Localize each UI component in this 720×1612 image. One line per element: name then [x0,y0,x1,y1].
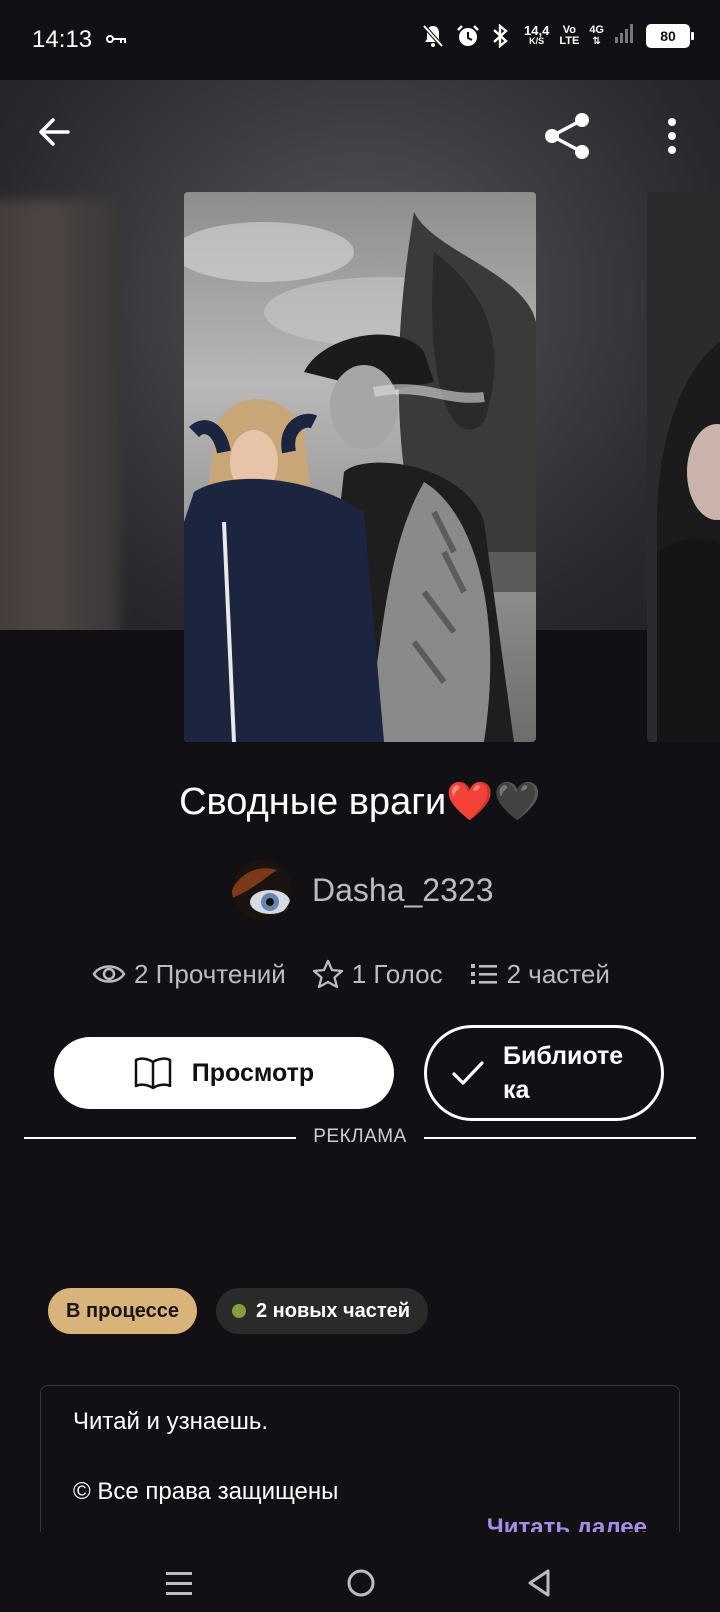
back-button[interactable] [34,112,74,152]
system-back-button[interactable] [526,1568,552,1598]
new-indicator-dot [232,1304,246,1318]
story-stats: 2 Прочтений 1 Голос 2 частей [92,958,610,990]
network-type: 4G ⇅ [589,23,604,47]
notifications-off-icon [422,24,446,48]
status-time: 14:13 [32,26,93,53]
story-cover[interactable] [184,192,536,742]
library-label: Библиоте ка [503,1042,624,1104]
recent-apps-button[interactable] [164,1570,194,1598]
volte-top: Vo [562,23,576,36]
votes-stat: 1 Голос [312,958,443,990]
add-to-library-button[interactable]: Библиоте ка [424,1025,664,1121]
volte-indicator: Vo LTE [559,23,580,47]
star-icon [312,959,343,989]
home-circle-icon [347,1569,375,1597]
check-icon [452,1061,484,1085]
author-row[interactable]: Dasha_2323 [232,860,493,920]
ad-label: РЕКЛАМА [313,1126,407,1147]
next-cover-preview[interactable] [647,192,720,742]
share-button[interactable] [542,110,594,162]
description-card: Читай и узнаешь. © Все права защищены Чи… [40,1385,680,1545]
new-parts-label: 2 новых частей [256,1300,411,1322]
more-vertical-icon [668,118,676,154]
status-badge: В процессе [48,1288,198,1334]
list-icon [470,964,497,984]
reads-count: 2 Прочтений [134,958,286,989]
data-arrows-icon: ⇅ [592,35,601,47]
blurred-prev-cover [0,200,120,630]
status-icons: 14,4 K/S Vo LTE 4G ⇅ 80 [422,22,694,49]
preview-label: Просмотр [191,1058,315,1087]
preview-button[interactable]: Просмотр [54,1037,394,1109]
system-navigation-bar [0,1532,720,1612]
menu-icon [166,1572,192,1595]
votes-count: 1 Голос [351,958,443,989]
parts-count: 2 частей [506,958,610,989]
battery-indicator: 80 [646,23,694,48]
signal-icon [614,22,636,49]
network-type-label: 4G [589,23,604,36]
volte-bottom: LTE [559,34,580,47]
arrow-left-icon [39,118,70,146]
status-bar: 14:13 14,4 K/S Vo LTE 4G ⇅ 80 [0,0,720,80]
share-icon [545,113,589,159]
new-parts-badge: 2 новых частей [216,1288,429,1334]
reads-stat: 2 Прочтений [92,959,286,990]
home-button[interactable] [346,1568,376,1598]
avatar [232,860,292,920]
bluetooth-icon [490,22,514,49]
cover-image [184,192,536,742]
alarm-icon [456,24,480,48]
story-title: Сводные враги❤️🖤 [179,781,541,823]
author-name[interactable]: Dasha_2323 [312,872,493,909]
network-speed-value: 14,4 [524,22,550,38]
back-triangle-icon [528,1569,550,1597]
more-options-button[interactable] [660,114,684,158]
network-speed: 14,4 K/S [524,22,550,47]
eye-icon [92,965,126,983]
next-cover-image [647,192,720,742]
vpn-key-icon [106,30,128,51]
book-icon [134,1057,172,1090]
description-line-1: Читай и узнаешь. [73,1408,268,1435]
parts-stat: 2 частей [469,959,610,990]
description-line-2: © Все права защищены [73,1478,339,1505]
